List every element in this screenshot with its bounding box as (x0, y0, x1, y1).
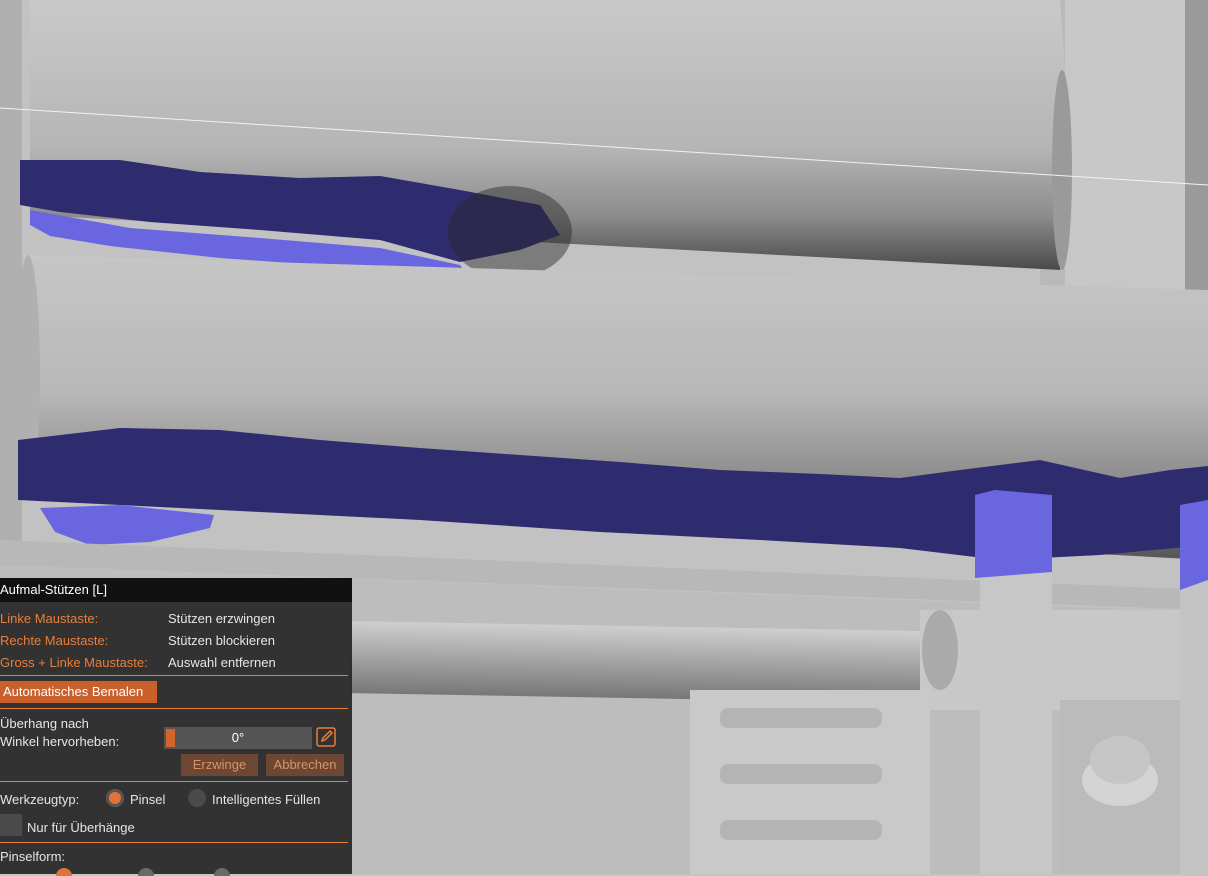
divider (0, 675, 348, 676)
brush-radio-label: Pinsel (130, 792, 166, 807)
brush-shape-other-option[interactable] (214, 868, 230, 876)
pencil-icon[interactable] (316, 727, 336, 747)
shortcut-shift-action: Auswahl entfernen (168, 655, 276, 670)
brush-shape-label: Pinselform: (0, 849, 66, 864)
smart-fill-radio-label: Intelligentes Füllen (212, 792, 321, 807)
shortcut-right-key: Rechte Maustaste: (0, 633, 109, 648)
overhang-angle-value: 0° (231, 730, 245, 745)
tool-type-label: Werkzeugtyp: (0, 792, 80, 807)
brush-radio[interactable] (106, 789, 124, 807)
shortcut-right-action: Stützen blockieren (168, 633, 275, 648)
smart-fill-radio[interactable] (188, 789, 206, 807)
divider (0, 781, 348, 782)
overhang-angle-slider[interactable]: 0° (164, 727, 312, 749)
shortcut-left-key: Linke Maustaste: (0, 611, 99, 626)
brush-shape-sphere-option[interactable] (138, 868, 154, 876)
brush-cursor (448, 186, 572, 278)
overhang-only-label: Nur für Überhänge (27, 820, 135, 835)
enforce-button[interactable]: Erzwinge (181, 754, 258, 776)
shortcut-left-action: Stützen erzwingen (168, 611, 275, 626)
overhang-label-line1: Überhang nach (0, 716, 89, 731)
auto-paint-button[interactable]: Automatisches Bemalen (0, 681, 157, 703)
cancel-button[interactable]: Abbrechen (266, 754, 344, 776)
divider (0, 708, 348, 709)
shortcut-shift-key: Gross + Linke Maustaste: (0, 655, 148, 670)
overhang-label-line2: Winkel hervorheben: (0, 734, 120, 749)
overhang-only-checkbox[interactable] (0, 814, 22, 836)
brush-shape-circle-option[interactable] (56, 868, 72, 876)
divider (0, 842, 348, 843)
paint-supports-panel: Aufmal-Stützen [L] Linke Maustaste: Stüt… (0, 578, 352, 876)
panel-title: Aufmal-Stützen [L] (0, 578, 352, 602)
